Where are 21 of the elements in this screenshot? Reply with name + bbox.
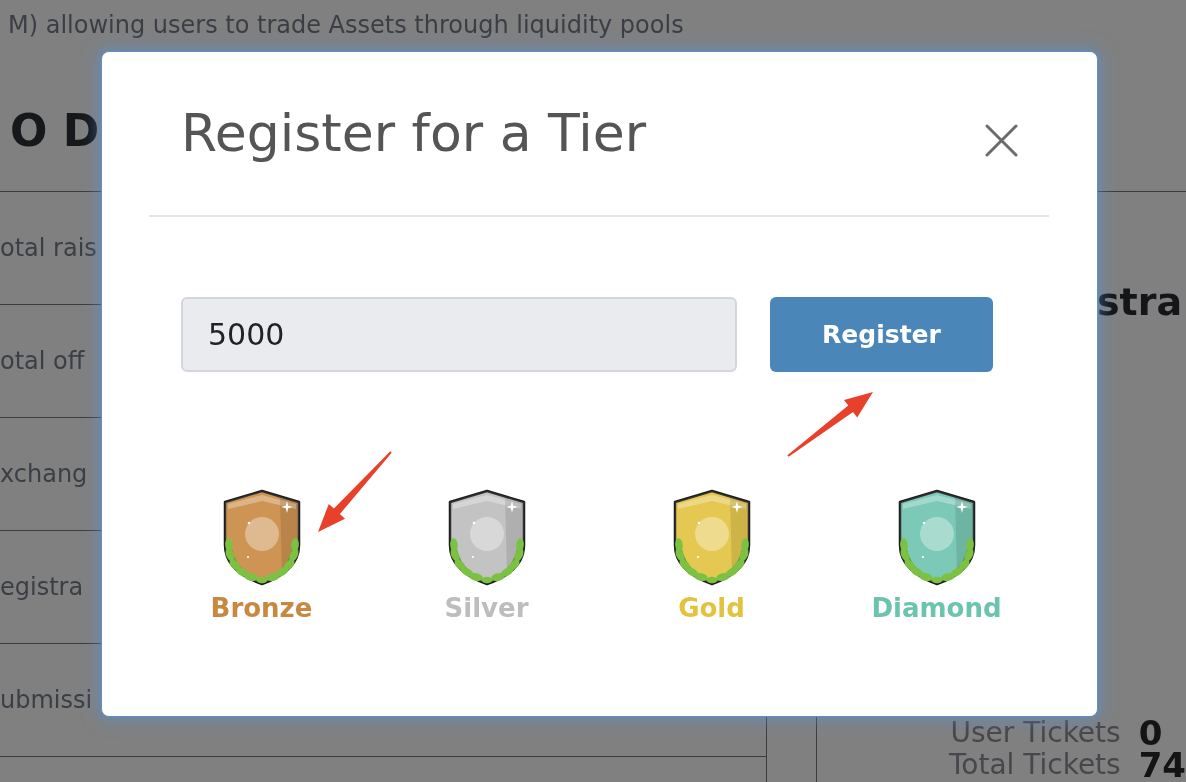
detail-label: egistra: [0, 572, 84, 602]
tier-label: Gold: [678, 593, 745, 625]
tier-label: Bronze: [210, 593, 313, 625]
stat-label: User Tickets: [950, 718, 1121, 748]
amount-field[interactable]: 5000: [181, 297, 737, 372]
section-heading: stra: [1097, 280, 1183, 326]
tier-label: Diamond: [871, 593, 1002, 625]
register-button[interactable]: Register: [770, 297, 993, 372]
close-button[interactable]: [985, 124, 1018, 157]
stat-value: 74: [1138, 750, 1186, 780]
intro-text: M) allowing users to trade Assets through liquidity pools: [8, 10, 684, 40]
detail-label: otal rais: [0, 233, 97, 263]
tier-label: Silver: [444, 593, 529, 625]
page-heading: O D: [10, 106, 100, 157]
detail-label: ubmissi: [0, 685, 93, 715]
close-icon: [985, 124, 1018, 157]
detail-label: otal off: [0, 346, 85, 376]
stat-value: 0: [1138, 718, 1163, 748]
dialog-title: Register for a Tier: [181, 102, 647, 165]
detail-label: xchang: [0, 459, 88, 489]
stat-label: Total Tickets: [948, 750, 1121, 780]
